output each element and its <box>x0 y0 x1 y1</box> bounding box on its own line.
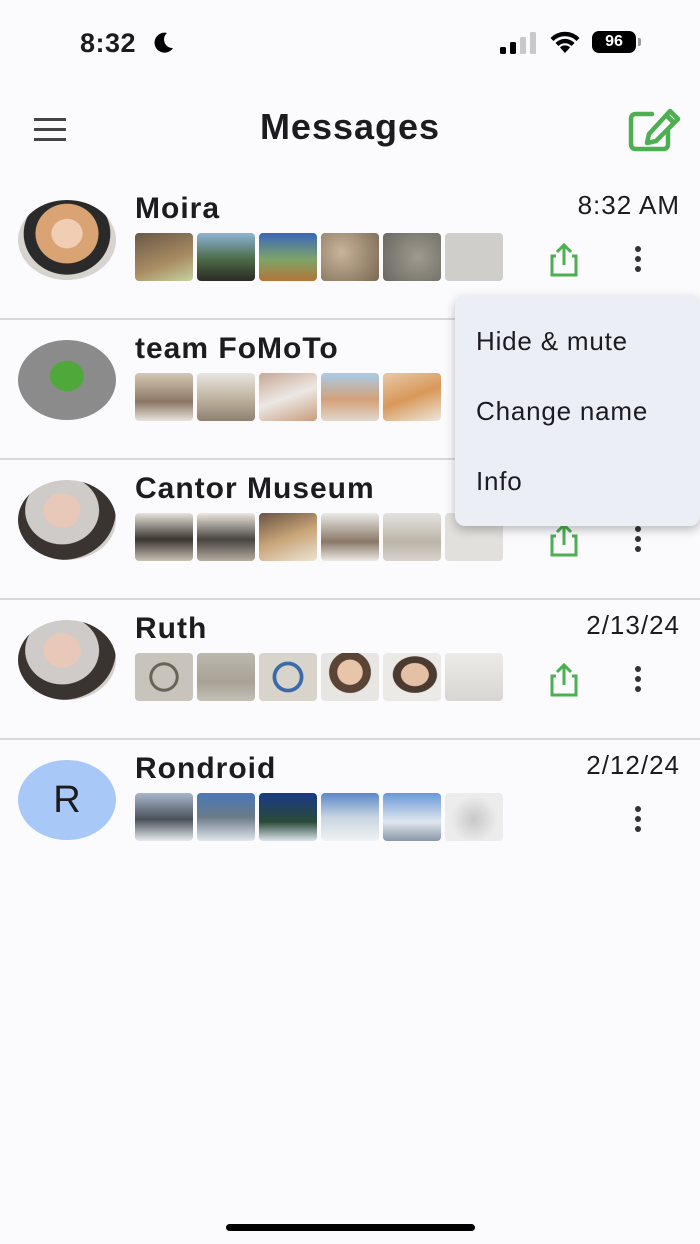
photo-thumbnail[interactable] <box>383 513 441 561</box>
conversation-list: Moira 8:32 AM team FoMoTo Cantor Museum … <box>0 180 700 880</box>
conversation-name: Ruth <box>135 612 208 645</box>
conversation-name: Moira <box>135 192 221 225</box>
compose-icon[interactable] <box>626 106 684 154</box>
photo-thumbnail[interactable] <box>383 793 441 841</box>
photo-thumbnail[interactable] <box>445 793 503 841</box>
home-indicator[interactable] <box>226 1224 475 1231</box>
wifi-icon <box>550 31 580 53</box>
photo-thumbnail[interactable] <box>383 653 441 701</box>
status-bar: 8:32 96 <box>0 0 700 88</box>
app-bar: Messages <box>0 88 700 172</box>
share-icon[interactable] <box>546 522 582 558</box>
more-options-icon[interactable] <box>626 662 650 698</box>
photo-thumbnail[interactable] <box>321 513 379 561</box>
share-icon[interactable] <box>546 662 582 698</box>
conversation-time: 2/13/24 <box>586 610 680 640</box>
photo-thumbnail[interactable] <box>197 233 255 281</box>
page-title: Messages <box>259 106 441 147</box>
photo-thumbnail[interactable] <box>135 513 193 561</box>
photo-thumbnail[interactable] <box>259 653 317 701</box>
more-options-icon[interactable] <box>626 242 650 278</box>
avatar <box>18 620 116 700</box>
share-icon[interactable] <box>546 242 582 278</box>
photo-thumbnail[interactable] <box>259 233 317 281</box>
conversation-row-rondroid[interactable]: R Rondroid 2/12/24 <box>0 740 700 880</box>
photo-thumbnail[interactable] <box>383 233 441 281</box>
photo-thumbnails <box>135 793 503 841</box>
photo-thumbnail[interactable] <box>321 653 379 701</box>
menu-item-change-name[interactable]: Change name <box>455 376 700 446</box>
photo-thumbnail[interactable] <box>259 513 317 561</box>
avatar <box>18 340 116 420</box>
conversation-options-menu: Hide & mute Change name Info <box>455 295 700 526</box>
conversation-name: Rondroid <box>135 752 277 785</box>
battery-level: 96 <box>592 31 636 53</box>
photo-thumbnail[interactable] <box>197 373 255 421</box>
avatar-letter: R <box>18 760 116 840</box>
conversation-time: 2/12/24 <box>586 750 680 780</box>
photo-thumbnails <box>135 233 503 281</box>
battery-tip <box>638 38 641 46</box>
photo-thumbnails <box>135 653 503 701</box>
conversation-name: team FoMoTo <box>135 332 339 365</box>
photo-thumbnail[interactable] <box>259 373 317 421</box>
photo-thumbnail[interactable] <box>445 233 503 281</box>
photo-thumbnail[interactable] <box>259 793 317 841</box>
photo-thumbnail[interactable] <box>135 793 193 841</box>
more-options-icon[interactable] <box>626 522 650 558</box>
photo-thumbnail[interactable] <box>135 233 193 281</box>
conversation-time: 8:32 AM <box>577 190 680 220</box>
photo-thumbnail[interactable] <box>135 653 193 701</box>
photo-thumbnails <box>135 513 503 561</box>
more-options-icon[interactable] <box>626 802 650 838</box>
photo-thumbnail[interactable] <box>197 793 255 841</box>
cellular-signal-icon <box>500 32 536 54</box>
avatar <box>18 200 116 280</box>
menu-item-hide-mute[interactable]: Hide & mute <box>455 306 700 376</box>
avatar <box>18 480 116 560</box>
menu-item-info[interactable]: Info <box>455 446 700 516</box>
status-time: 8:32 <box>80 28 137 58</box>
photo-thumbnail[interactable] <box>135 373 193 421</box>
photo-thumbnail[interactable] <box>321 233 379 281</box>
photo-thumbnail[interactable] <box>321 373 379 421</box>
photo-thumbnail[interactable] <box>445 653 503 701</box>
photo-thumbnail[interactable] <box>383 373 441 421</box>
conversation-row-ruth[interactable]: Ruth 2/13/24 <box>0 600 700 740</box>
battery-indicator: 96 <box>592 31 642 55</box>
photo-thumbnail[interactable] <box>197 513 255 561</box>
photo-thumbnail[interactable] <box>197 653 255 701</box>
conversation-name: Cantor Museum <box>135 472 375 505</box>
photo-thumbnails <box>135 373 441 421</box>
photo-thumbnail[interactable] <box>321 793 379 841</box>
moon-icon <box>154 32 173 53</box>
